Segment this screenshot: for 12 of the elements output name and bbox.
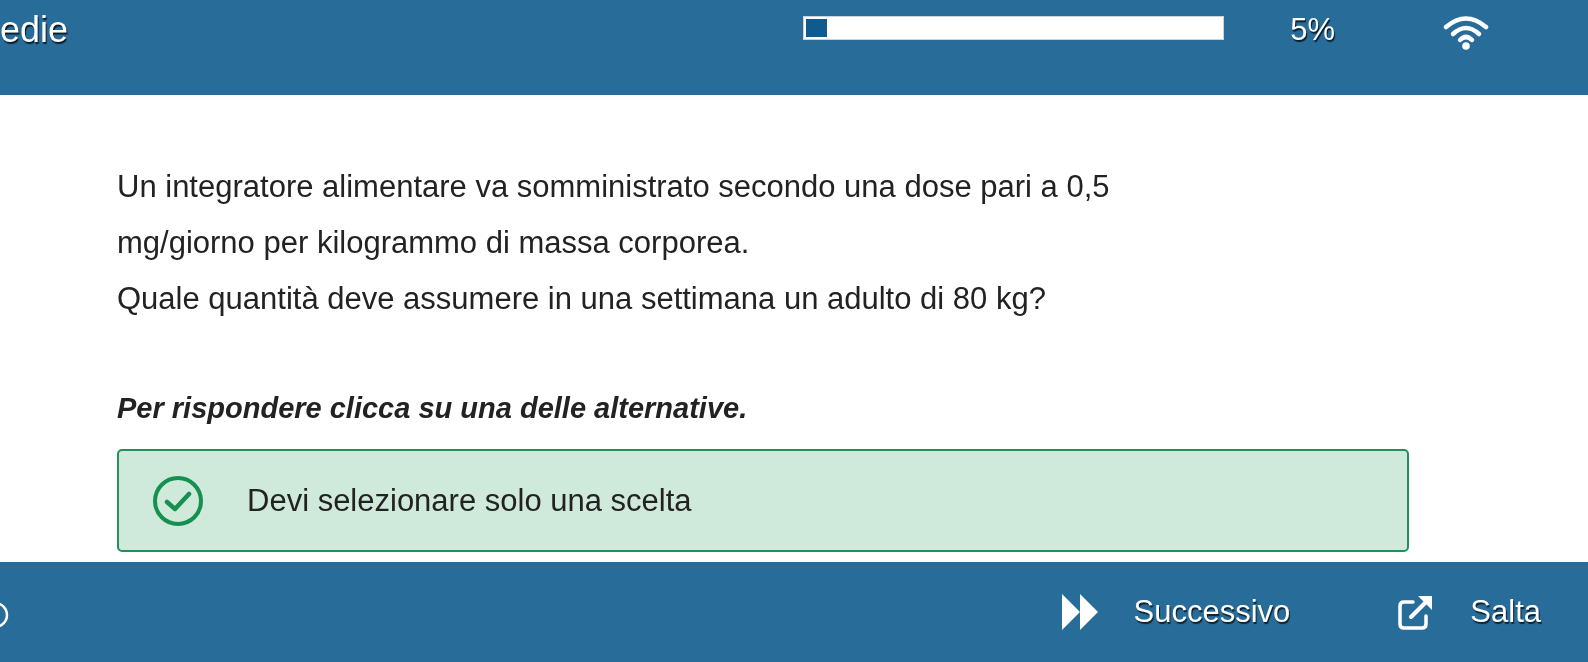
external-link-icon: [1398, 594, 1435, 630]
progress-percentage: 5%: [1290, 11, 1335, 49]
next-button[interactable]: Successivo: [1061, 592, 1291, 632]
wifi-icon: [1443, 14, 1489, 50]
question-text: Quale quantità deve assumere in una settimana un adulto di 80 kg?: [117, 280, 1046, 318]
notice-text: Devi selezionare solo una scelta: [247, 481, 692, 520]
question-text: Un integratore alimentare va somministrato secondo una dose pari a 0,5 mg/giorno per kilogrammo di massa corporea.: [117, 168, 1111, 262]
fast-forward-icon: [1061, 594, 1098, 630]
check-circle-icon: [152, 474, 204, 527]
app-title: edie: [0, 10, 69, 50]
skip-button[interactable]: Salta: [1398, 592, 1541, 632]
instruction-text: Per rispondere clicca su una delle alternative.: [117, 391, 748, 426]
